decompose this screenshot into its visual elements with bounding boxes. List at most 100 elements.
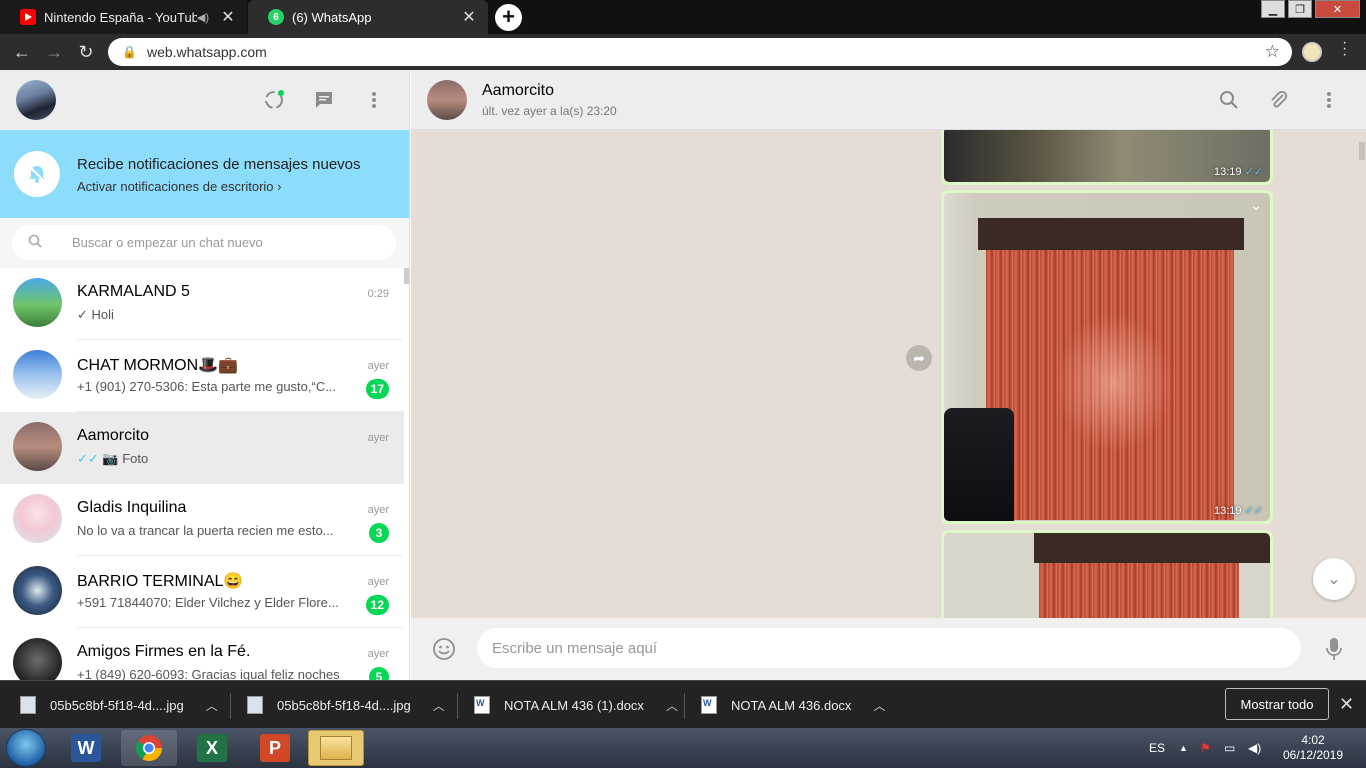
image-message[interactable]: 13:19 ✓✓ <box>941 130 1273 185</box>
download-item[interactable]: 05b5c8bf-5f18-4d....jpg ︿ <box>20 681 218 729</box>
bookmark-star-icon[interactable]: ☆ <box>1265 42 1280 62</box>
chat-name: Aamorcito <box>77 427 150 444</box>
emoji-icon[interactable] <box>429 634 459 664</box>
tab-whatsapp[interactable]: 6 (6) WhatsApp ✕ <box>248 0 488 34</box>
search-icon <box>28 234 42 251</box>
read-tick-icon: ✓✓ <box>77 451 99 466</box>
chat-avatar <box>13 278 62 327</box>
chair <box>944 408 1014 521</box>
restore-button[interactable]: ❐ <box>1288 0 1312 18</box>
language-indicator[interactable]: ES <box>1149 728 1165 768</box>
search-icon[interactable] <box>1217 88 1241 112</box>
divider <box>230 693 231 719</box>
forward-icon[interactable]: → <box>42 40 66 64</box>
scroll-down-button[interactable]: ⌄ <box>1313 558 1355 600</box>
tab-title: (6) WhatsApp <box>292 9 372 25</box>
chat-time: ayer <box>367 576 389 588</box>
conversation-header[interactable]: Aamorcito últ. vez ayer a la(s) 23:20 <box>411 70 1366 130</box>
chat-list: KARMALAND 5 0:29 ✓ Holi CHAT MORMON🎩💼 ay… <box>0 268 404 680</box>
status-icon[interactable] <box>262 88 286 112</box>
minimize-button[interactable]: ▁ <box>1261 0 1285 18</box>
download-item[interactable]: NOTA ALM 436 (1).docx ︿ <box>474 681 678 729</box>
search-input[interactable]: Buscar o empezar un chat nuevo <box>12 225 396 260</box>
photo[interactable]: ⌄ <box>944 193 1270 521</box>
chevron-down-icon[interactable]: ⌄ <box>1250 197 1262 214</box>
chat-preview: ✓✓ 📷 Foto <box>77 451 362 467</box>
new-tab-button[interactable]: + <box>495 4 522 31</box>
close-window-button[interactable]: ✕ <box>1315 0 1360 18</box>
divider <box>457 693 458 719</box>
profile-avatar[interactable] <box>1302 42 1322 62</box>
clock[interactable]: 4:02 06/12/2019 <box>1278 733 1348 763</box>
chat-preview: +1 (849) 620-6093: Gracias igual feliz n… <box>77 667 340 680</box>
action-center-icon[interactable]: ⚑ <box>1200 728 1211 768</box>
chat-time: ayer <box>367 504 389 516</box>
curtain-valance <box>978 218 1244 250</box>
chat-preview: +1 (901) 270-5306: Esta parte me gusto,“… <box>77 379 337 394</box>
chevron-up-icon[interactable]: ︿ <box>206 697 218 714</box>
back-icon[interactable]: ← <box>10 40 34 64</box>
chat-item[interactable]: Gladis Inquilina ayer No lo va a trancar… <box>0 484 404 556</box>
close-icon[interactable]: ✕ <box>1339 694 1354 715</box>
chrome-icon[interactable] <box>121 730 177 766</box>
download-filename: NOTA ALM 436 (1).docx <box>504 697 644 713</box>
chat-item[interactable]: BARRIO TERMINAL😄 ayer +591 71844070: Eld… <box>0 556 404 628</box>
reload-icon[interactable]: ↻ <box>74 40 98 64</box>
unread-badge: 5 <box>369 667 389 680</box>
chat-name: Amigos Firmes en la Fé. <box>77 643 251 660</box>
chat-list-scrollbar[interactable] <box>404 268 409 284</box>
powerpoint-icon[interactable]: P <box>247 730 303 766</box>
menu-icon[interactable] <box>362 88 386 112</box>
chat-name: KARMALAND 5 <box>77 283 190 300</box>
menu-icon[interactable] <box>1317 88 1341 112</box>
attach-icon[interactable] <box>1267 88 1291 112</box>
unread-badge: 17 <box>365 379 389 399</box>
unread-badge: 3 <box>369 523 389 543</box>
chevron-up-icon[interactable]: ︿ <box>666 697 678 714</box>
new-chat-icon[interactable] <box>312 88 336 112</box>
start-button[interactable] <box>6 729 46 767</box>
browser-menu-icon[interactable]: · · · <box>1342 35 1347 63</box>
contact-avatar[interactable] <box>427 80 467 120</box>
network-icon[interactable]: ▭ <box>1224 728 1235 768</box>
close-tab-icon[interactable]: ✕ <box>219 8 237 26</box>
tab-youtube[interactable]: Nintendo España - YouTube ◀) ✕ <box>0 0 247 34</box>
address-bar[interactable]: 🔒 web.whatsapp.com ☆ <box>108 38 1292 66</box>
word-icon[interactable]: W <box>58 730 114 766</box>
chat-item[interactable]: Amigos Firmes en la Fé. ayer +1 (849) 62… <box>0 628 404 680</box>
chevron-up-icon[interactable]: ︿ <box>873 697 885 714</box>
download-item[interactable]: NOTA ALM 436.docx ︿ <box>701 681 885 729</box>
explorer-icon[interactable] <box>308 730 364 766</box>
image-file-icon <box>247 696 263 714</box>
forward-icon[interactable]: ➦ <box>906 345 932 371</box>
photo[interactable] <box>944 533 1270 618</box>
show-all-button[interactable]: Mostrar todo <box>1225 688 1329 720</box>
microphone-icon[interactable] <box>1319 634 1349 664</box>
my-avatar[interactable] <box>16 80 56 120</box>
show-hidden-icons[interactable]: ▲ <box>1179 728 1188 768</box>
read-tick-icon: ✓✓ <box>1244 166 1263 178</box>
url-text: web.whatsapp.com <box>146 44 267 60</box>
speaker-icon[interactable]: ◀) <box>197 11 209 24</box>
tab-title: Nintendo España - YouTube <box>44 9 197 25</box>
browser-tab-strip: Nintendo España - YouTube ◀) ✕ 6 (6) Wha… <box>0 0 1366 34</box>
notification-banner[interactable]: Recibe notificaciones de mensajes nuevos… <box>0 130 409 218</box>
excel-icon[interactable]: X <box>184 730 240 766</box>
image-message[interactable] <box>941 530 1273 618</box>
downloads-bar: 05b5c8bf-5f18-4d....jpg ︿ 05b5c8bf-5f18-… <box>0 680 1366 728</box>
chat-item[interactable]: KARMALAND 5 0:29 ✓ Holi <box>0 268 404 340</box>
enable-notifications-link[interactable]: Activar notificaciones de escritorio › <box>77 179 281 194</box>
volume-icon[interactable]: ◀) <box>1248 728 1261 768</box>
image-message[interactable]: ⌄ 13:19 ✓✓ <box>941 190 1273 524</box>
chat-item[interactable]: CHAT MORMON🎩💼 ayer +1 (901) 270-5306: Es… <box>0 340 404 412</box>
download-item[interactable]: 05b5c8bf-5f18-4d....jpg ︿ <box>247 681 445 729</box>
chat-name: BARRIO TERMINAL😄 <box>77 573 244 590</box>
search-bar: Buscar o empezar un chat nuevo <box>0 218 409 268</box>
word-file-icon <box>701 696 717 714</box>
message-input[interactable]: Escribe un mensaje aquí <box>477 628 1301 668</box>
chat-item-selected[interactable]: Aamorcito ayer ✓✓ 📷 Foto <box>0 412 404 484</box>
chevron-up-icon[interactable]: ︿ <box>433 697 445 714</box>
message-scrollbar[interactable] <box>1359 142 1365 160</box>
close-tab-icon[interactable]: ✕ <box>460 8 478 26</box>
sidebar: Recibe notificaciones de mensajes nuevos… <box>0 70 410 680</box>
